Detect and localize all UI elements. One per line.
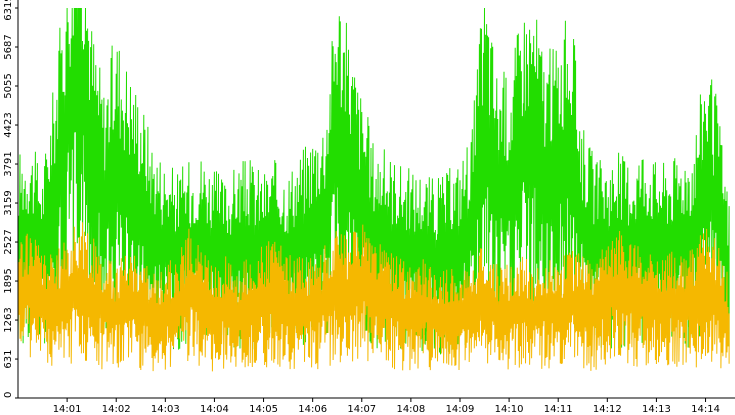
y-tick-label: 4423 [3, 112, 14, 137]
y-tick-label: 6319 [3, 0, 14, 21]
x-tick-label: 14:11 [544, 404, 573, 415]
y-tick-label: 5687 [3, 34, 14, 59]
x-tick-label: 14:12 [593, 404, 622, 415]
y-tick-label: 3791 [3, 151, 14, 176]
x-tick-label: 14:02 [102, 404, 131, 415]
y-tick-label: 1263 [3, 307, 14, 332]
x-tick-label: 14:08 [396, 404, 425, 415]
x-tick-label: 14:06 [298, 404, 327, 415]
y-tick-label: 5055 [3, 73, 14, 98]
x-tick-label: 14:05 [249, 404, 278, 415]
x-tick-label: 14:01 [53, 404, 82, 415]
x-tick-label: 14:09 [446, 404, 475, 415]
series-layer [17, 7, 730, 372]
line-chart: 0 631 1263 1895 2527 3159 3791 4423 5055 5687 6319… [3, 0, 735, 415]
y-tick-label: 2527 [3, 229, 14, 254]
x-tick-label: 14:14 [691, 404, 720, 415]
y-tick-label: 0 [3, 392, 14, 398]
x-tick-label: 14:03 [151, 404, 180, 415]
y-tick-label: 3159 [3, 190, 14, 215]
x-tick-label: 14:04 [200, 404, 229, 415]
x-tick-label: 14:10 [495, 404, 524, 415]
x-axis-ticks: 14:01 14:02 14:03 14:04 14:05 14:06 14:07 14:08… [53, 398, 720, 415]
y-tick-label: 631 [3, 350, 14, 369]
y-tick-label: 1895 [3, 268, 14, 293]
x-tick-label: 14:13 [642, 404, 671, 415]
y-axis-ticks: 0 631 1263 1895 2527 3159 3791 4423 5055 5687 6319 [3, 0, 18, 399]
x-tick-label: 14:07 [347, 404, 376, 415]
